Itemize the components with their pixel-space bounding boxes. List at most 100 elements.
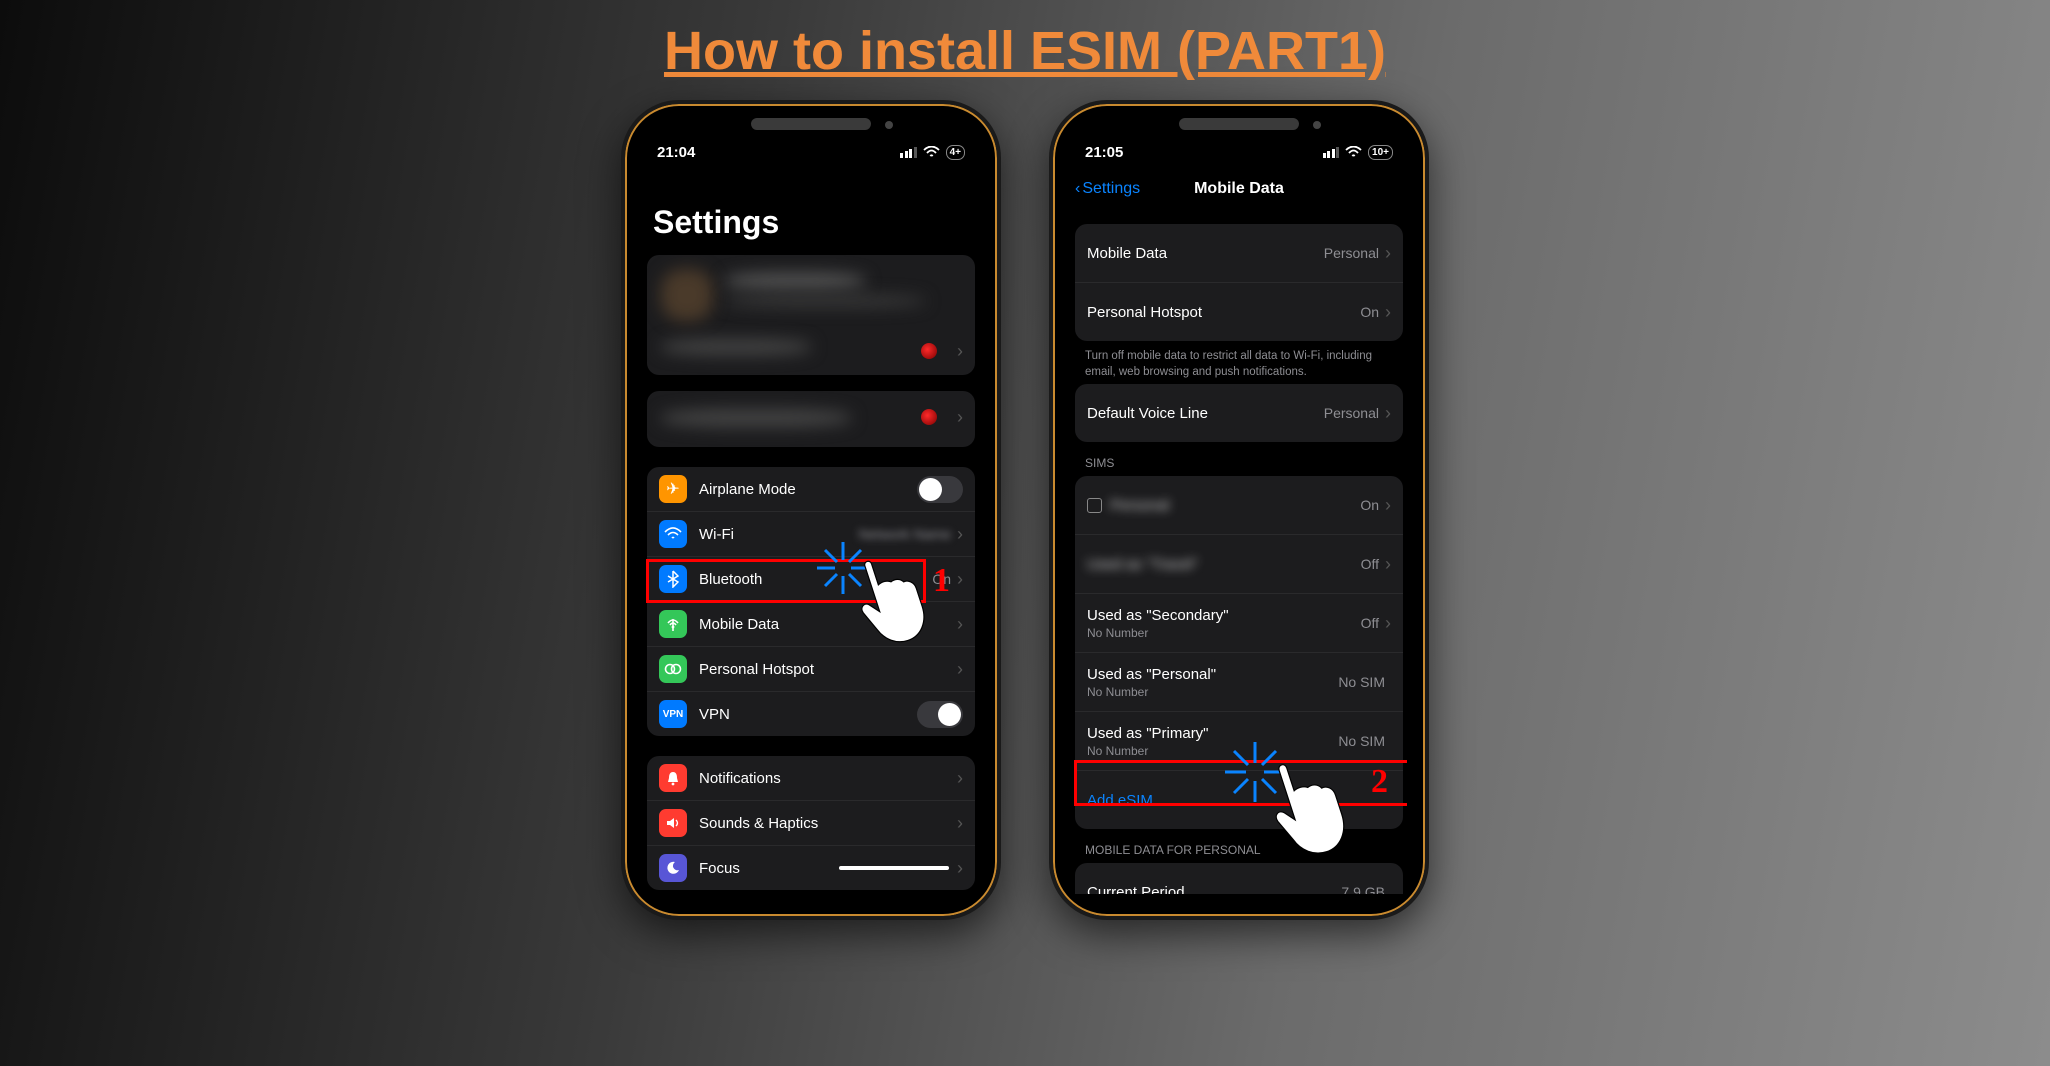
chevron-icon: › xyxy=(1385,403,1391,424)
row-focus[interactable]: Focus › xyxy=(647,845,975,890)
bell-icon xyxy=(659,764,687,792)
row-hotspot[interactable]: Personal Hotspot › xyxy=(647,646,975,691)
sim-row[interactable]: Used as "Secondary" No NumberOff › xyxy=(1075,593,1403,652)
callout-box-2 xyxy=(1074,760,1407,806)
callout-number-2: 2 xyxy=(1371,763,1388,801)
voice-line-label: Default Voice Line xyxy=(1087,405,1324,422)
callout-box-1 xyxy=(646,559,926,603)
focus-label: Focus xyxy=(699,860,839,877)
row-personal-hotspot[interactable]: Personal Hotspot On › xyxy=(1075,282,1403,341)
speaker-icon xyxy=(659,809,687,837)
mobile-data-line-label: Mobile Data xyxy=(1087,245,1324,262)
notch xyxy=(751,118,871,130)
row-current-period[interactable]: Current Period 7.9 GB xyxy=(1075,863,1403,894)
sim-label: Used as "Primary" xyxy=(1087,725,1338,742)
account-card-blurred: › xyxy=(647,255,975,375)
row-mobile-data-line[interactable]: Mobile Data Personal › xyxy=(1075,224,1403,282)
callout-number-1: 1 xyxy=(933,562,950,600)
sim-label: Personal xyxy=(1110,497,1360,514)
wifi-label: Wi-Fi xyxy=(699,526,858,543)
sims-header: SIMs xyxy=(1071,442,1407,476)
vpn-toggle[interactable] xyxy=(917,701,963,728)
row-airplane[interactable]: ✈︎ Airplane Mode xyxy=(647,467,975,511)
sim-row[interactable]: PersonalOn › xyxy=(1075,476,1403,534)
row-voice-line[interactable]: Default Voice Line Personal › xyxy=(1075,384,1403,442)
notch xyxy=(1179,118,1299,130)
sim-sub: No Number xyxy=(1087,744,1338,758)
sim-row[interactable]: Used as "Travel"Off › xyxy=(1075,534,1403,593)
chevron-icon: › xyxy=(957,614,963,635)
chevron-icon: › xyxy=(957,659,963,680)
chevron-icon: › xyxy=(1385,554,1391,575)
battery-icon: 10+ xyxy=(1368,145,1393,160)
back-button[interactable]: ‹ Settings xyxy=(1075,180,1140,198)
wifi-settings-icon xyxy=(659,520,687,548)
vpn-label: VPN xyxy=(699,706,917,723)
current-period-value: 7.9 GB xyxy=(1341,884,1385,894)
phone-mobile-data: 21:05 10+ ‹ Settings Mobile Data Mobile … xyxy=(1049,100,1429,920)
wifi-icon xyxy=(923,146,940,159)
hotspot-icon xyxy=(659,655,687,683)
chevron-icon: › xyxy=(1385,495,1391,516)
row-mobile-data[interactable]: Mobile Data › xyxy=(647,601,975,646)
usage-card: Current Period 7.9 GB xyxy=(1075,863,1403,894)
sim-sub: No Number xyxy=(1087,626,1361,640)
sim-label: Used as "Secondary" xyxy=(1087,607,1361,624)
sim-value: No SIM xyxy=(1338,733,1385,749)
hotspot-label: Personal Hotspot xyxy=(699,661,957,678)
row-wifi[interactable]: Wi-Fi Network Name › xyxy=(647,511,975,556)
chevron-icon: › xyxy=(1385,613,1391,634)
page-title: How to install ESIM (PART1) xyxy=(0,0,2050,82)
row-notifications[interactable]: Notifications › xyxy=(647,756,975,800)
usage-header: MOBILE DATA FOR PERSONAL xyxy=(1071,829,1407,863)
personal-hotspot-value: On xyxy=(1360,304,1379,320)
chevron-icon: › xyxy=(957,768,963,789)
moon-icon xyxy=(659,854,687,882)
nav-bar: ‹ Settings Mobile Data xyxy=(1071,168,1407,210)
airplane-toggle[interactable] xyxy=(917,476,963,503)
chevron-left-icon: ‹ xyxy=(1075,180,1080,198)
row-blurred: › xyxy=(647,391,975,447)
checkbox-icon xyxy=(1087,498,1102,513)
chevron-icon: › xyxy=(1385,243,1391,264)
back-label: Settings xyxy=(1082,180,1140,198)
clock: 21:05 xyxy=(1085,144,1123,161)
sounds-label: Sounds & Haptics xyxy=(699,815,957,832)
voice-line-value: Personal xyxy=(1324,405,1379,421)
chevron-icon: › xyxy=(957,813,963,834)
chevron-icon: › xyxy=(957,858,963,879)
row-vpn[interactable]: VPN VPN xyxy=(647,691,975,736)
sim-value: No SIM xyxy=(1338,674,1385,690)
signal-icon xyxy=(1323,147,1340,158)
airplane-label: Airplane Mode xyxy=(699,481,917,498)
vpn-icon: VPN xyxy=(659,700,687,728)
sim-value: On xyxy=(1360,497,1379,513)
status-bar: 21:05 10+ xyxy=(1071,144,1407,161)
mobile-data-card: Mobile Data Personal › Personal Hotspot … xyxy=(1075,224,1403,341)
sim-value: Off xyxy=(1361,615,1379,631)
phone-row: 21:04 4+ Settings › › xyxy=(0,100,2050,920)
phone-settings: 21:04 4+ Settings › › xyxy=(621,100,1001,920)
notifications-card: Notifications › Sounds & Haptics › Focus xyxy=(647,756,975,890)
status-bar: 21:04 4+ xyxy=(643,144,979,161)
current-period-label: Current Period xyxy=(1087,884,1341,894)
sim-value: Off xyxy=(1361,556,1379,572)
mobile-data-hint: Turn off mobile data to restrict all dat… xyxy=(1071,341,1407,384)
personal-hotspot-label: Personal Hotspot xyxy=(1087,304,1360,321)
voice-card: Default Voice Line Personal › xyxy=(1075,384,1403,442)
sim-sub: No Number xyxy=(1087,685,1338,699)
sim-label: Used as "Travel" xyxy=(1087,556,1361,573)
wifi-icon xyxy=(1345,146,1362,159)
chevron-icon: › xyxy=(957,569,963,590)
signal-icon xyxy=(900,147,917,158)
sim-label: Used as "Personal" xyxy=(1087,666,1338,683)
airplane-icon: ✈︎ xyxy=(659,475,687,503)
clock: 21:04 xyxy=(657,144,695,161)
mobile-data-line-value: Personal xyxy=(1324,245,1379,261)
sim-row[interactable]: Used as "Personal" No NumberNo SIM xyxy=(1075,652,1403,711)
row-sounds[interactable]: Sounds & Haptics › xyxy=(647,800,975,845)
antenna-icon xyxy=(659,610,687,638)
notifications-label: Notifications xyxy=(699,770,957,787)
settings-heading: Settings xyxy=(653,204,979,241)
battery-icon: 4+ xyxy=(946,145,965,160)
